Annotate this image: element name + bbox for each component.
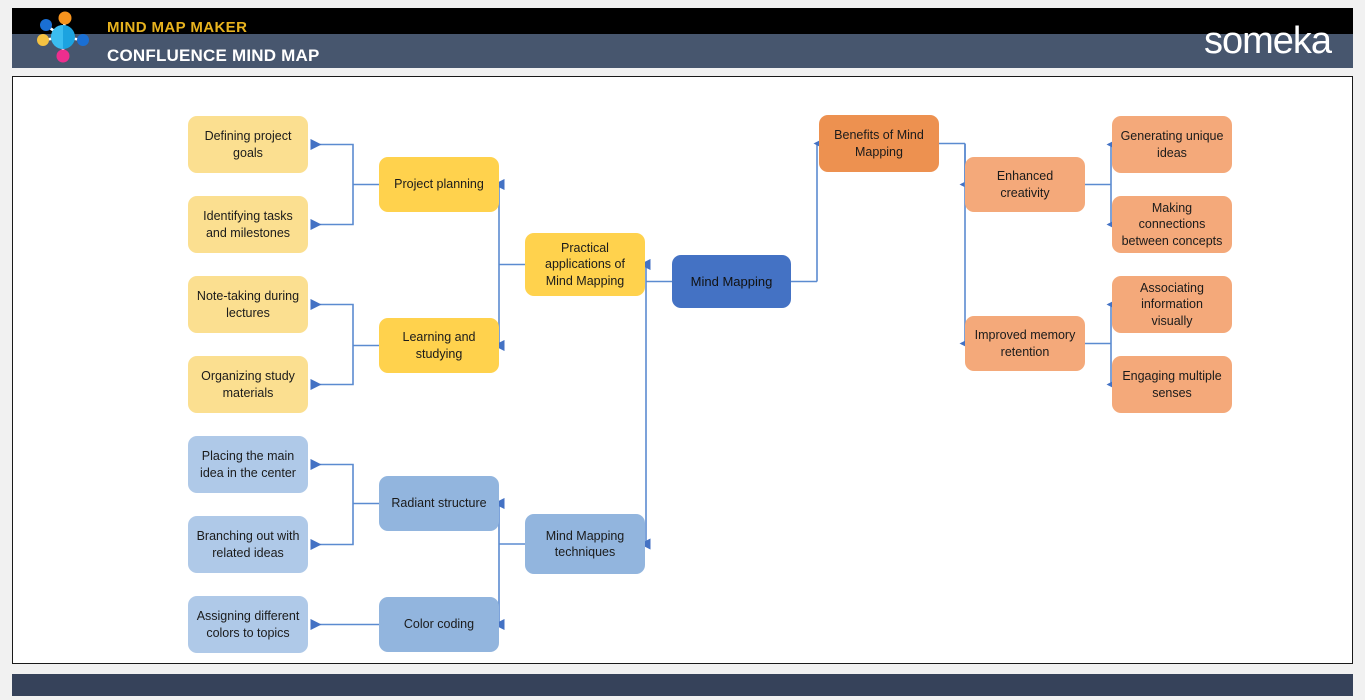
node-label: Assigning different colors to topics (196, 609, 300, 640)
page-title: CONFLUENCE MIND MAP (107, 46, 320, 65)
node-label: Organizing study materials (201, 369, 295, 400)
node-generating-unique-ideas[interactable]: Generating unique ideas (1112, 116, 1232, 173)
page-footer-bar (12, 674, 1353, 696)
node-color-coding[interactable]: Color coding (379, 597, 499, 652)
node-engaging-multiple-senses[interactable]: Engaging multiple senses (1112, 356, 1232, 413)
node-label: Project planning (394, 177, 484, 192)
node-label: Identifying tasks and milestones (203, 209, 293, 240)
someka-logo: someka (1203, 19, 1332, 63)
node-label: Placing the main idea in the center (200, 449, 296, 480)
node-mind-mapping-techniques[interactable]: Mind Mapping techniques (525, 514, 645, 574)
node-label: Branching out with related ideas (196, 529, 300, 560)
node-label: Mind Mapping (690, 273, 773, 289)
node-label: Color coding (403, 617, 475, 632)
mindmap-canvas[interactable]: Mind Mapping Practical applications of Mi… (12, 76, 1353, 664)
node-making-connections-between-concepts[interactable]: Making connections between concepts (1112, 196, 1232, 253)
node-learning-and-studying[interactable]: Learning and studying (379, 318, 499, 373)
brand-title: MIND MAP MAKER (107, 19, 248, 36)
mindmap-node-logo-icon (37, 11, 89, 63)
node-assigning-different-colors-to-topics[interactable]: Assigning different colors to topics (188, 596, 308, 653)
node-defining-project-goals[interactable]: Defining project goals (188, 116, 308, 173)
node-radiant-structure[interactable]: Radiant structure (379, 476, 499, 531)
node-organizing-study-materials[interactable]: Organizing study materials (188, 356, 308, 413)
someka-logo-text: someka (1203, 20, 1332, 62)
node-enhanced-creativity[interactable]: Enhanced creativity (965, 157, 1085, 212)
node-practical-applications-of-mind-mapping[interactable]: Practical applications of Mind Mapping (525, 233, 645, 296)
node-mind-mapping[interactable]: Mind Mapping (672, 255, 791, 308)
page-header: MIND MAP MAKER CONFLUENCE MIND MAP somek… (12, 8, 1353, 68)
mind-map-page: MIND MAP MAKER CONFLUENCE MIND MAP somek… (0, 0, 1365, 700)
node-label: Generating unique ideas (1120, 129, 1224, 160)
node-project-planning[interactable]: Project planning (379, 157, 499, 212)
node-associating-information-visually[interactable]: Associating information visually (1112, 276, 1232, 333)
node-label: Associating information visually (1140, 280, 1204, 328)
node-label: Radiant structure (391, 496, 487, 511)
node-label: Making connections between concepts (1121, 200, 1223, 248)
node-improved-memory-retention[interactable]: Improved memory retention (965, 316, 1085, 371)
node-label: Mind Mapping techniques (545, 528, 625, 560)
node-label: Learning and studying (402, 330, 476, 361)
node-note-taking-during-lectures[interactable]: Note-taking during lectures (188, 276, 308, 333)
node-label: Enhanced creativity (996, 169, 1054, 200)
node-label: Benefits of Mind Mapping (834, 128, 924, 159)
node-label: Improved memory retention (974, 328, 1076, 359)
node-identifying-tasks-and-milestones[interactable]: Identifying tasks and milestones (188, 196, 308, 253)
node-label: Engaging multiple senses (1122, 369, 1222, 400)
node-label: Practical applications of Mind Mapping (545, 240, 625, 288)
node-label: Note-taking during lectures (196, 289, 300, 320)
node-branching-out-with-related-ideas[interactable]: Branching out with related ideas (188, 516, 308, 573)
node-benefits-of-mind-mapping[interactable]: Benefits of Mind Mapping (819, 115, 939, 172)
node-placing-the-main-idea-in-the-center[interactable]: Placing the main idea in the center (188, 436, 308, 493)
node-label: Defining project goals (204, 129, 292, 160)
